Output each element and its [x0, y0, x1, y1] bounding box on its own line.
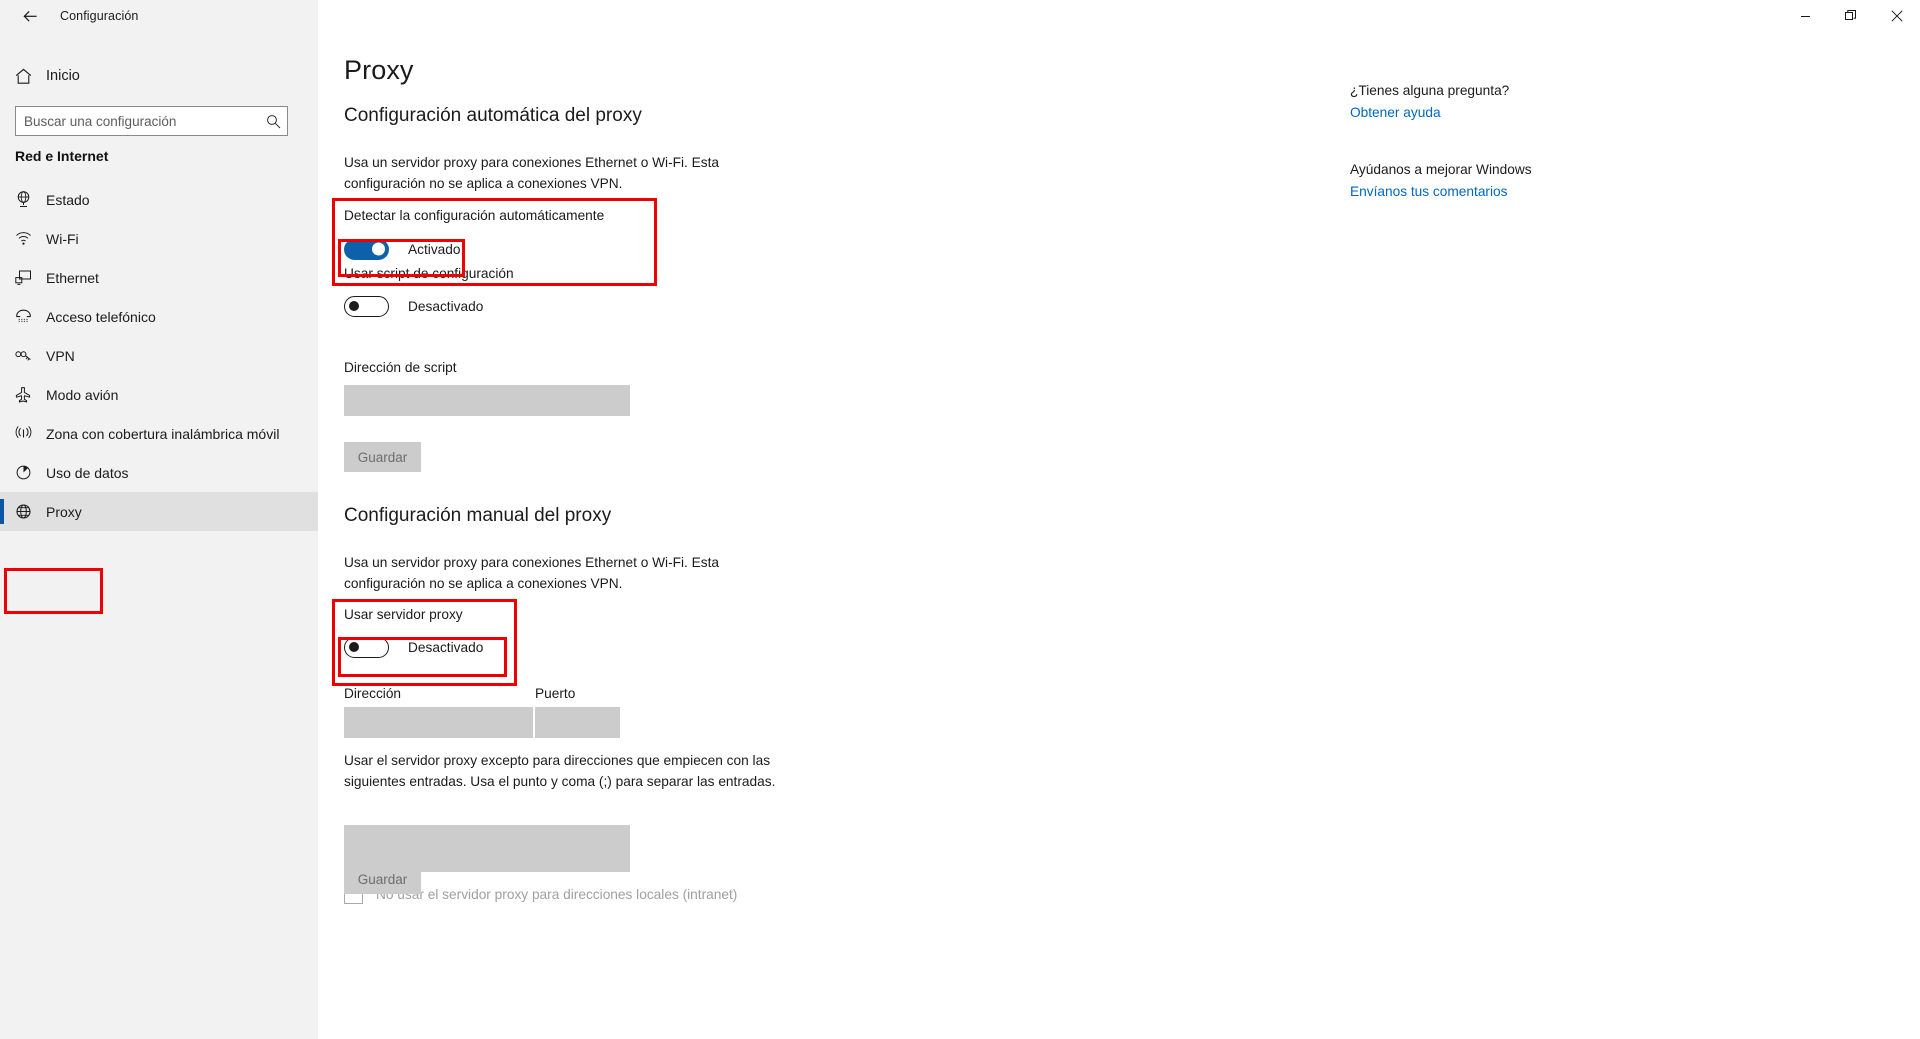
restore-icon[interactable]	[1828, 0, 1874, 32]
sidebar-home-label: Inicio	[46, 68, 80, 84]
manual-section-heading: Configuración manual del proxy	[344, 505, 612, 526]
sidebar-item-label: Estado	[46, 191, 90, 208]
auto-section-description: Usa un servidor proxy para conexiones Et…	[344, 155, 720, 192]
search-input[interactable]	[16, 107, 259, 135]
window-title: Configuración	[60, 9, 139, 23]
back-arrow-icon[interactable]	[8, 0, 52, 32]
use-setup-script-label: Usar script de configuración	[344, 266, 514, 281]
use-proxy-server-state: Desactivado	[408, 639, 484, 655]
toggle-switch-on[interactable]	[344, 238, 389, 260]
sidebar-item-proxy[interactable]: Proxy	[0, 492, 318, 531]
search-box[interactable]	[15, 106, 288, 136]
main-content: Proxy Configuración automática del proxy…	[318, 0, 1920, 1039]
bypass-local-label: No usar el servidor proxy para direccion…	[376, 887, 738, 902]
sidebar-item-label: Zona con cobertura inalámbrica móvil	[46, 425, 280, 442]
data-usage-pie-icon	[0, 463, 46, 482]
toggle-switch-off[interactable]	[344, 295, 389, 317]
sidebar-item-acceso-telefonico[interactable]: Acceso telefónico	[0, 297, 318, 336]
detect-automatically-toggle[interactable]: Activado	[344, 237, 461, 261]
use-proxy-server-label: Usar servidor proxy	[344, 607, 463, 622]
vpn-icon	[0, 346, 46, 365]
home-icon	[0, 67, 46, 86]
sidebar-item-label: Uso de datos	[46, 464, 129, 481]
search-icon	[259, 114, 287, 129]
sidebar-item-label: Ethernet	[46, 269, 99, 286]
auto-section-heading: Configuración automática del proxy	[344, 105, 642, 126]
address-input[interactable]	[344, 707, 533, 738]
help-question-title: ¿Tienes alguna pregunta?	[1350, 83, 1510, 98]
sidebar-item-label: Wi-Fi	[46, 230, 79, 247]
settings-window: Configuración Inicio Buscar una configur…	[0, 0, 1920, 1039]
sidebar-item-uso-de-datos[interactable]: Uso de datos	[0, 453, 318, 492]
minimize-icon[interactable]	[1782, 0, 1828, 32]
ethernet-icon	[0, 268, 46, 287]
sidebar-item-wifi[interactable]: Wi-Fi	[0, 219, 318, 258]
sidebar-item-label: Proxy	[46, 503, 82, 520]
toggle-switch-off[interactable]	[344, 636, 389, 658]
toggle-knob	[349, 301, 359, 311]
close-icon[interactable]	[1874, 0, 1920, 32]
save-button-manual[interactable]: Guardar	[344, 864, 421, 894]
title-bar: Configuración	[0, 0, 1920, 32]
sidebar-item-zona-cobertura[interactable]: Zona con cobertura inalámbrica móvil	[0, 414, 318, 453]
script-address-label: Dirección de script	[344, 360, 457, 375]
sidebar-item-label: Modo avión	[46, 386, 119, 403]
sidebar-nav: Estado Wi-Fi Ethernet Acceso telefónico …	[0, 180, 318, 531]
detect-automatically-state: Activado	[408, 241, 461, 257]
sidebar-item-home[interactable]: Inicio	[0, 56, 318, 96]
detect-automatically-label: Detectar la configuración automáticament…	[344, 208, 605, 223]
send-feedback-link[interactable]: Envíanos tus comentarios	[1350, 184, 1650, 199]
use-setup-script-state: Desactivado	[408, 298, 484, 314]
use-proxy-server-toggle[interactable]: Desactivado	[344, 635, 483, 659]
script-address-input[interactable]	[344, 385, 630, 416]
page-title: Proxy	[344, 55, 414, 85]
sidebar-group-title: Red e Internet	[15, 148, 109, 164]
port-input[interactable]	[535, 707, 620, 738]
help-block-question: ¿Tienes alguna pregunta? Obtener ayuda	[1350, 83, 1650, 120]
sidebar-item-label: VPN	[46, 347, 75, 364]
sidebar-item-ethernet[interactable]: Ethernet	[0, 258, 318, 297]
help-block-feedback: Ayúdanos a mejorar Windows Envíanos tus …	[1350, 162, 1650, 199]
toggle-knob	[349, 642, 359, 652]
sidebar-item-estado[interactable]: Estado	[0, 180, 318, 219]
manual-section-description: Usa un servidor proxy para conexiones Et…	[344, 555, 720, 592]
window-controls	[1782, 0, 1920, 32]
dialup-phone-icon	[0, 307, 46, 326]
exceptions-description: Usar el servidor proxy excepto para dire…	[344, 753, 776, 790]
toggle-knob	[372, 242, 385, 256]
hotspot-icon	[0, 424, 46, 443]
get-help-link[interactable]: Obtener ayuda	[1350, 105, 1650, 120]
save-button-auto[interactable]: Guardar	[344, 442, 421, 472]
port-label: Puerto	[535, 686, 576, 701]
globe-status-icon	[0, 190, 46, 209]
proxy-globe-icon	[0, 502, 46, 521]
sidebar-item-label: Acceso telefónico	[46, 308, 156, 325]
use-setup-script-toggle[interactable]: Desactivado	[344, 294, 483, 318]
sidebar-item-vpn[interactable]: VPN	[0, 336, 318, 375]
airplane-icon	[0, 385, 46, 404]
address-label: Dirección	[344, 686, 402, 701]
sidebar: Inicio Red e Internet	[0, 0, 318, 1039]
wifi-icon	[0, 229, 46, 248]
sidebar-item-modo-avion[interactable]: Modo avión	[0, 375, 318, 414]
help-feedback-title: Ayúdanos a mejorar Windows	[1350, 162, 1532, 177]
